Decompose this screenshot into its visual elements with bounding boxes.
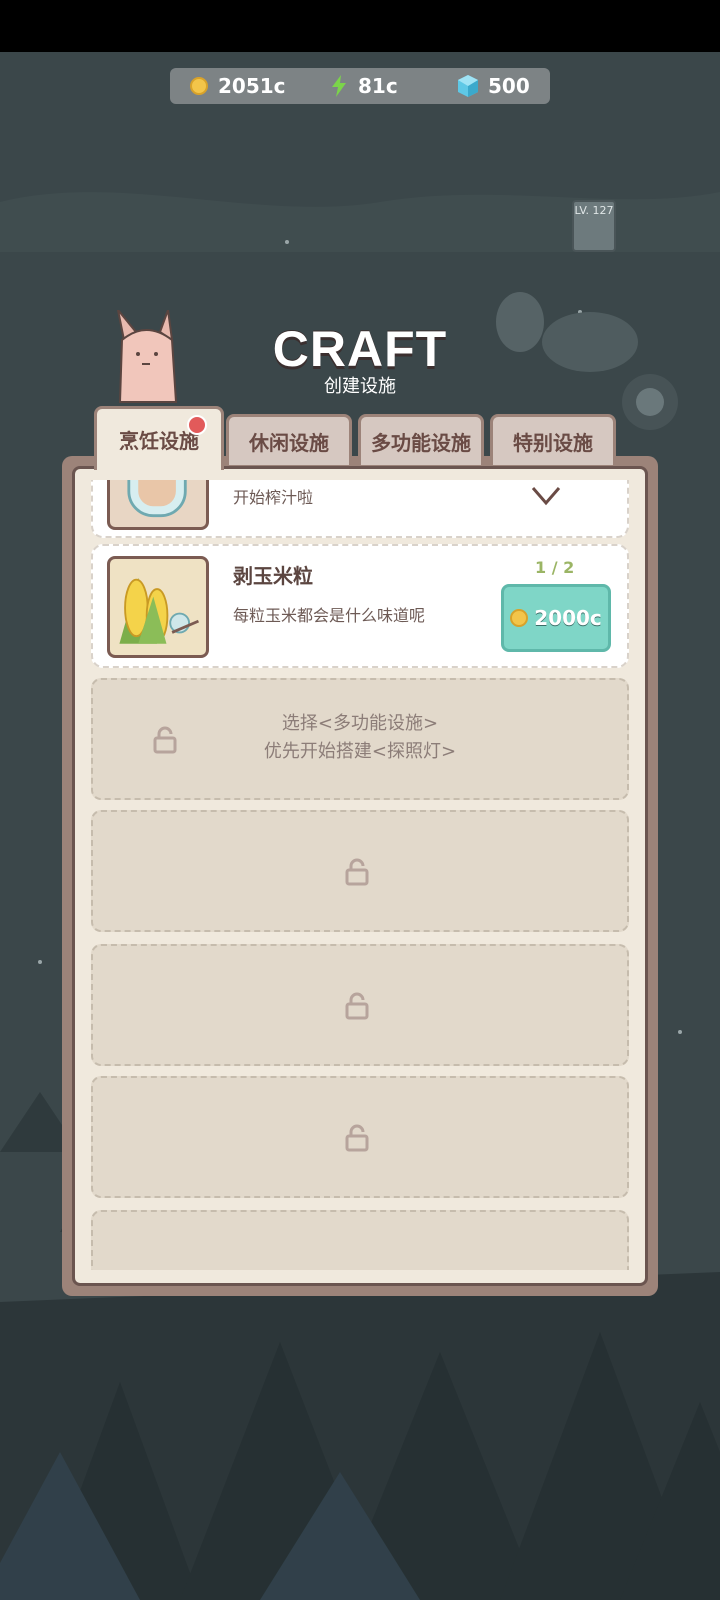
unlock-hint: 选择<多功能设施> 优先开始搭建<探照灯> [93,710,627,766]
locked-slot [91,1076,629,1198]
build-count: 1 / 2 [535,558,575,577]
energy-counter: 81c [330,74,398,98]
energy-value: 81c [358,74,398,98]
gems-counter: 500 [458,74,530,98]
gem-cube-icon [458,75,478,97]
unlock-hint-line: 优先开始搭建<探照灯> [263,741,457,762]
facility-card-corn[interactable]: 剥玉米粒 每粒玉米都会是什么味道呢 1 / 2 2000c [91,544,629,668]
locked-slot [91,810,629,932]
level-sign: LV. 127 [572,200,616,252]
locked-slot: 选择<多功能设施> 优先开始搭建<探照灯> [91,678,629,800]
currency-bar: 2051c 81c 500 [170,68,550,104]
price-label: 2000c [534,606,602,630]
checkmark-icon [531,487,561,506]
tab-special[interactable]: 特别设施 [490,414,616,468]
tab-leisure[interactable]: 休闲设施 [226,414,352,468]
lock-icon [345,858,369,886]
unlock-hint-line: 选择<多功能设施> [281,713,439,734]
tab-multifunction[interactable]: 多功能设施 [358,414,484,468]
tab-label: 多功能设施 [371,430,471,455]
lock-icon [345,1124,369,1152]
facility-list[interactable]: 开始榨汁啦 剥玉米粒 每粒玉米都会是什么味道呢 1 / 2 2000c 选择<多… [86,480,634,1270]
coin-icon [190,77,208,95]
locked-slot [91,944,629,1066]
lightning-icon [332,75,346,97]
tab-cooking[interactable]: 烹饪设施 [94,406,224,470]
coin-icon [510,609,529,627]
coins-value: 2051c [218,74,286,98]
tab-label: 特别设施 [513,430,593,455]
tab-label: 休闲设施 [249,430,329,455]
lock-icon [345,992,369,1020]
level-sign-text: LV. 127 [574,204,614,217]
page-title: CRAFT [272,321,448,377]
corn-thumbnail [107,556,209,658]
coins-counter: 2051c [190,74,286,98]
gems-value: 500 [488,74,530,98]
page-subtitle: 创建设施 [324,376,396,397]
locked-slot [91,1210,629,1270]
card-description: 每粒玉米都会是什么味道呢 [233,606,426,625]
buy-button[interactable]: 2000c [501,584,611,652]
juicer-thumbnail [107,480,209,530]
card-title: 剥玉米粒 [233,564,313,588]
facility-card-juice[interactable]: 开始榨汁啦 [91,480,629,538]
card-description: 开始榨汁啦 [233,488,314,507]
notification-dot [187,415,207,435]
status-bar [0,0,720,52]
